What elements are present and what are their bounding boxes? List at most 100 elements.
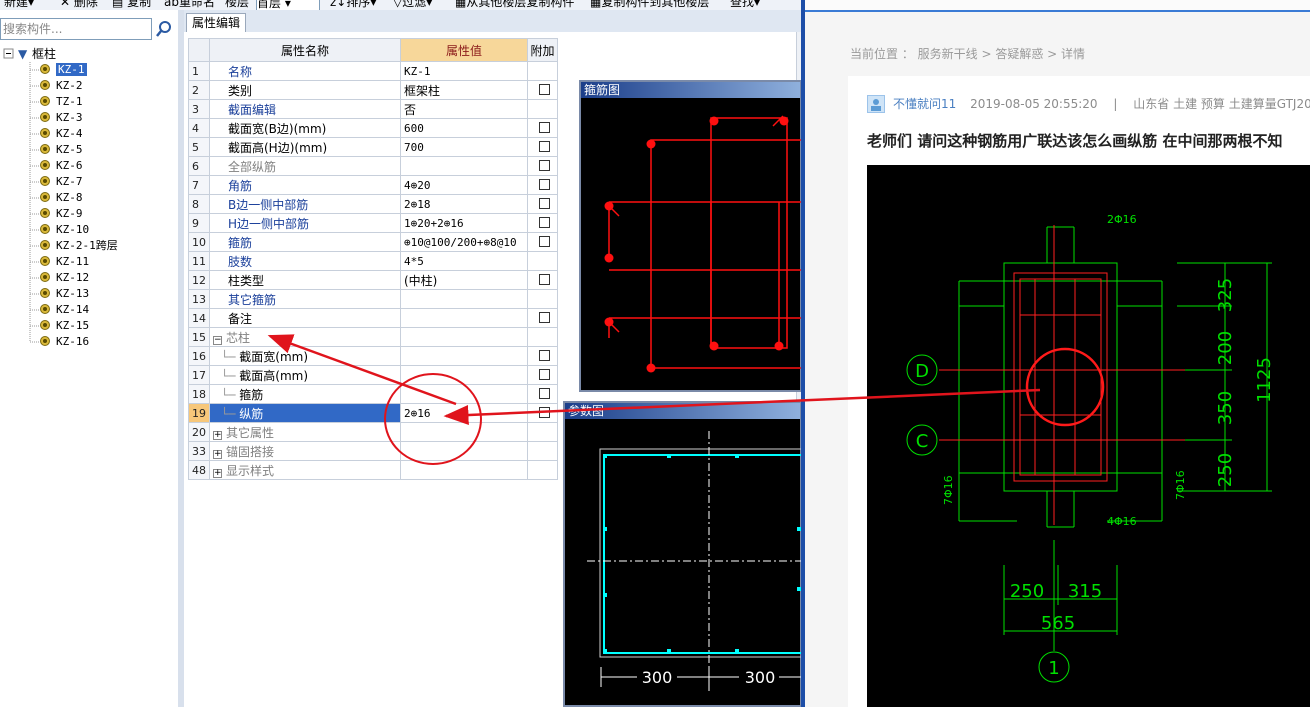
extra-checkbox[interactable] [539,407,550,418]
expand-icon[interactable]: + [213,430,222,440]
property-value[interactable]: 否 [400,99,528,119]
tree-root-frame-column[interactable]: ▼ 框柱 [18,46,56,62]
property-value[interactable] [400,346,528,366]
property-value[interactable] [400,308,528,328]
property-name[interactable]: └─ 箍筋 [209,384,401,404]
property-value[interactable]: 4*5 [400,251,528,271]
property-row[interactable]: 9 H边一侧中部筋 1⊕20+2⊕16 [188,213,558,233]
tree-item[interactable]: KZ-12 [40,270,89,286]
property-name[interactable]: + 其它属性 [209,422,401,442]
property-value[interactable]: 2⊕16 [400,403,528,423]
breadcrumb[interactable]: 当前位置 ： 服务新干线 > 答疑解惑 > 详情 [850,45,1085,62]
property-value[interactable]: ⊕10@100/200+⊕8@10 [400,232,528,252]
filter-button[interactable]: ▽过滤▾ [393,0,432,9]
property-value[interactable] [400,422,528,442]
tree-item[interactable]: KZ-1 [40,62,87,78]
property-name[interactable]: H边一侧中部筋 [209,213,401,233]
property-name[interactable]: + 锚固搭接 [209,441,401,461]
property-value[interactable]: 700 [400,137,528,157]
tree-item[interactable]: TZ-1 [40,94,83,110]
property-name[interactable]: + 显示样式 [209,460,401,480]
property-name[interactable]: 角筋 [209,175,401,195]
property-name[interactable]: 柱类型 [209,270,401,290]
property-row[interactable]: 16 └─ 截面宽(mm) [188,346,558,366]
extra-checkbox[interactable] [539,160,550,171]
new-button[interactable]: 新建▾ [4,0,34,9]
property-name[interactable]: 截面编辑 [209,99,401,119]
property-name[interactable]: 肢数 [209,251,401,271]
tree-item[interactable]: KZ-4 [40,126,83,142]
tree-item[interactable]: KZ-7 [40,174,83,190]
property-value[interactable]: KZ-1 [400,61,528,81]
avatar[interactable] [867,95,885,113]
property-row[interactable]: 20 + 其它属性 [188,422,558,442]
search-icon[interactable] [152,18,176,40]
property-name[interactable]: └─ 纵筋 [209,403,401,423]
property-row[interactable]: 15− 芯柱 [188,327,558,347]
property-value[interactable]: 1⊕20+2⊕16 [400,213,528,233]
property-value[interactable] [400,156,528,176]
extra-checkbox[interactable] [539,84,550,95]
property-name[interactable]: 名称 [209,61,401,81]
tree-item[interactable]: KZ-6 [40,158,83,174]
property-name[interactable]: └─ 截面高(mm) [209,365,401,385]
property-row[interactable]: 13 其它箍筋 [188,289,558,309]
extra-checkbox[interactable] [539,236,550,247]
stirrup-diagram-window[interactable]: 箍筋图 [579,80,802,392]
property-name[interactable]: 备注 [209,308,401,328]
property-row[interactable]: 2 类别 框架柱 [188,80,558,100]
property-name[interactable]: 全部纵筋 [209,156,401,176]
property-value[interactable] [400,460,528,480]
extra-checkbox[interactable] [539,350,550,361]
property-row[interactable]: 14 备注 [188,308,558,328]
cad-drawing-image[interactable]: 2Φ16 4Φ16 7Φ16 7Φ16 D C 1 325 200 350 25… [867,165,1310,707]
find-button[interactable]: 查找▾ [730,0,760,9]
delete-button[interactable]: ✕ 删除 [60,0,98,9]
property-name[interactable]: 类别 [209,80,401,100]
parameter-diagram-window[interactable]: 参数图 300 300 [563,401,802,707]
property-row[interactable]: 18 └─ 箍筋 [188,384,558,404]
tree-item[interactable]: KZ-14 [40,302,89,318]
tree-item[interactable]: KZ-3 [40,110,83,126]
expand-icon[interactable]: + [213,449,222,459]
property-value[interactable]: 600 [400,118,528,138]
property-value[interactable]: 2⊕18 [400,194,528,214]
property-value[interactable]: 4⊕20 [400,175,528,195]
extra-checkbox[interactable] [539,141,550,152]
property-row[interactable]: 10 箍筋 ⊕10@100/200+⊕8@10 [188,232,558,252]
property-name[interactable]: − 芯柱 [209,327,401,347]
property-row[interactable]: 7 角筋 4⊕20 [188,175,558,195]
property-row[interactable]: 4 截面宽(B边)(mm) 600 [188,118,558,138]
rename-button[interactable]: ab重命名 [164,0,215,9]
property-row[interactable]: 17 └─ 截面高(mm) [188,365,558,385]
extra-checkbox[interactable] [539,388,550,399]
tree-item[interactable]: KZ-8 [40,190,83,206]
tree-item[interactable]: KZ-11 [40,254,89,270]
sort-button[interactable]: z↓排序▾ [330,0,376,9]
property-row[interactable]: 33 + 锚固搭接 [188,441,558,461]
property-value[interactable] [400,289,528,309]
extra-checkbox[interactable] [539,122,550,133]
extra-checkbox[interactable] [539,274,550,285]
extra-checkbox[interactable] [539,217,550,228]
property-row[interactable]: 11 肢数 4*5 [188,251,558,271]
expand-icon[interactable]: + [213,468,222,478]
copy-button[interactable]: ▤ 复制 [112,0,151,9]
property-name[interactable]: 箍筋 [209,232,401,252]
tree-item[interactable]: KZ-10 [40,222,89,238]
property-row[interactable]: 8 B边一侧中部筋 2⊕18 [188,194,558,214]
tree-item[interactable]: KZ-5 [40,142,83,158]
extra-checkbox[interactable] [539,312,550,323]
extra-checkbox[interactable] [539,198,550,209]
extra-checkbox[interactable] [539,369,550,380]
property-name[interactable]: 截面高(H边)(mm) [209,137,401,157]
property-row[interactable]: 3 截面编辑 否 [188,99,558,119]
property-value[interactable] [400,441,528,461]
search-input[interactable]: 搜索构件... [0,18,152,40]
property-value[interactable] [400,365,528,385]
property-name[interactable]: └─ 截面宽(mm) [209,346,401,366]
property-name[interactable]: 截面宽(B边)(mm) [209,118,401,138]
property-row[interactable]: 5 截面高(H边)(mm) 700 [188,137,558,157]
tree-item[interactable]: KZ-16 [40,334,89,350]
property-name[interactable]: B边一侧中部筋 [209,194,401,214]
